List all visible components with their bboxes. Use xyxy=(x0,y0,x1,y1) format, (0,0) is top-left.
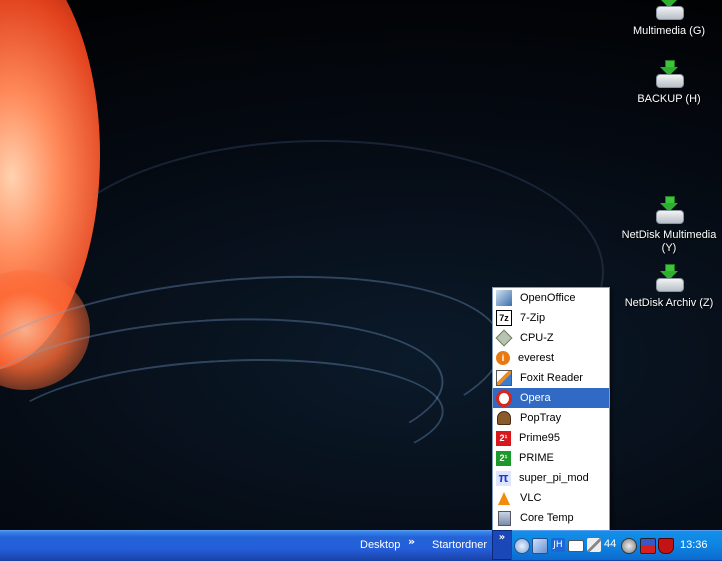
desktop-icon-netdisk-archiv[interactable]: NetDisk Archiv (Z) xyxy=(619,264,719,310)
desktop-toolbar-chevron[interactable]: » xyxy=(408,535,415,548)
menu-item-label: OpenOffice xyxy=(520,292,576,304)
network-drive-icon xyxy=(654,264,684,294)
desktop-icon-backup[interactable]: BACKUP (H) xyxy=(619,60,719,106)
menu-item-vlc[interactable]: VLC xyxy=(493,488,609,508)
menu-item-label: Foxit Reader xyxy=(520,372,583,384)
startordner-toolbar-label[interactable]: Startordner xyxy=(432,539,487,551)
menu-item-label: CPU-Z xyxy=(520,332,554,344)
coretemp-icon xyxy=(496,510,512,526)
7zip-icon: 7z xyxy=(496,310,512,326)
speaker-icon[interactable] xyxy=(621,538,637,554)
menu-item-label: everest xyxy=(518,352,555,364)
menu-item-label: 7-Zip xyxy=(520,312,546,324)
pen-icon[interactable] xyxy=(587,538,601,552)
tray-counter: 44 xyxy=(604,538,617,550)
desktop-icon-label: NetDisk Multimedia (Y) xyxy=(621,229,717,254)
keyboard-language-icon[interactable]: JH xyxy=(551,538,565,552)
network-drive-icon xyxy=(654,60,684,90)
menu-item-opera[interactable]: Opera xyxy=(493,388,609,408)
chevron-icon: » xyxy=(498,532,506,543)
desktop-icon-netdisk-multimedia[interactable]: NetDisk Multimedia (Y) xyxy=(619,196,719,255)
menu-item-prime[interactable]: 2¹ PRIME xyxy=(493,448,609,468)
prime95-icon: 2¹ xyxy=(496,430,511,446)
desktop-icon-multimedia[interactable]: Multimedia (G) xyxy=(619,0,719,38)
menu-item-openoffice[interactable]: OpenOffice xyxy=(493,288,609,308)
menu-item-foxit-reader[interactable]: Foxit Reader xyxy=(493,368,609,388)
menu-item-label: Core Temp xyxy=(520,512,574,524)
opera-icon xyxy=(496,389,512,407)
startordner-menu: OpenOffice 7z 7-Zip CPU-Z i everest Foxi… xyxy=(492,287,610,532)
network-drive-icon xyxy=(654,196,684,226)
desktop-toolbar-label[interactable]: Desktop xyxy=(360,539,400,551)
menu-item-7zip[interactable]: 7z 7-Zip xyxy=(493,308,609,328)
desktop-icon-label: BACKUP (H) xyxy=(637,93,701,105)
superpi-icon: π xyxy=(496,470,511,486)
openoffice-icon xyxy=(496,290,512,306)
menu-item-core-temp[interactable]: Core Temp xyxy=(493,508,609,528)
network-icon[interactable] xyxy=(532,538,548,554)
back-icon[interactable] xyxy=(514,538,530,554)
menu-item-cpuz[interactable]: CPU-Z xyxy=(493,328,609,348)
menu-item-label: PRIME xyxy=(519,452,554,464)
cpuz-icon xyxy=(495,329,513,347)
menu-item-label: Opera xyxy=(520,392,551,404)
menu-item-everest[interactable]: i everest xyxy=(493,348,609,368)
foxit-icon xyxy=(496,370,512,386)
mail-icon[interactable] xyxy=(568,540,584,552)
vlc-icon xyxy=(496,490,512,506)
desktop-icon-label: Multimedia (G) xyxy=(632,25,706,37)
prime-icon: 2¹ xyxy=(496,450,511,466)
desktop-wallpaper xyxy=(0,0,722,530)
menu-item-label: PopTray xyxy=(520,412,562,424)
network-drive-icon xyxy=(654,0,684,22)
taskbar-clock[interactable]: 13:36 xyxy=(680,539,708,551)
startordner-chevron-button[interactable]: » xyxy=(492,530,512,560)
poptray-icon xyxy=(496,410,512,426)
menu-item-label: VLC xyxy=(520,492,542,504)
everest-icon: i xyxy=(496,351,510,365)
menu-item-prime95[interactable]: 2¹ Prime95 xyxy=(493,428,609,448)
menu-item-label: Prime95 xyxy=(519,432,560,444)
desktop-icon-label: NetDisk Archiv (Z) xyxy=(624,297,714,309)
monitor-icon[interactable] xyxy=(640,538,656,554)
shield-icon[interactable] xyxy=(658,538,674,554)
menu-item-super-pi-mod[interactable]: π super_pi_mod xyxy=(493,468,609,488)
menu-item-poptray[interactable]: PopTray xyxy=(493,408,609,428)
menu-item-label: super_pi_mod xyxy=(519,472,589,484)
